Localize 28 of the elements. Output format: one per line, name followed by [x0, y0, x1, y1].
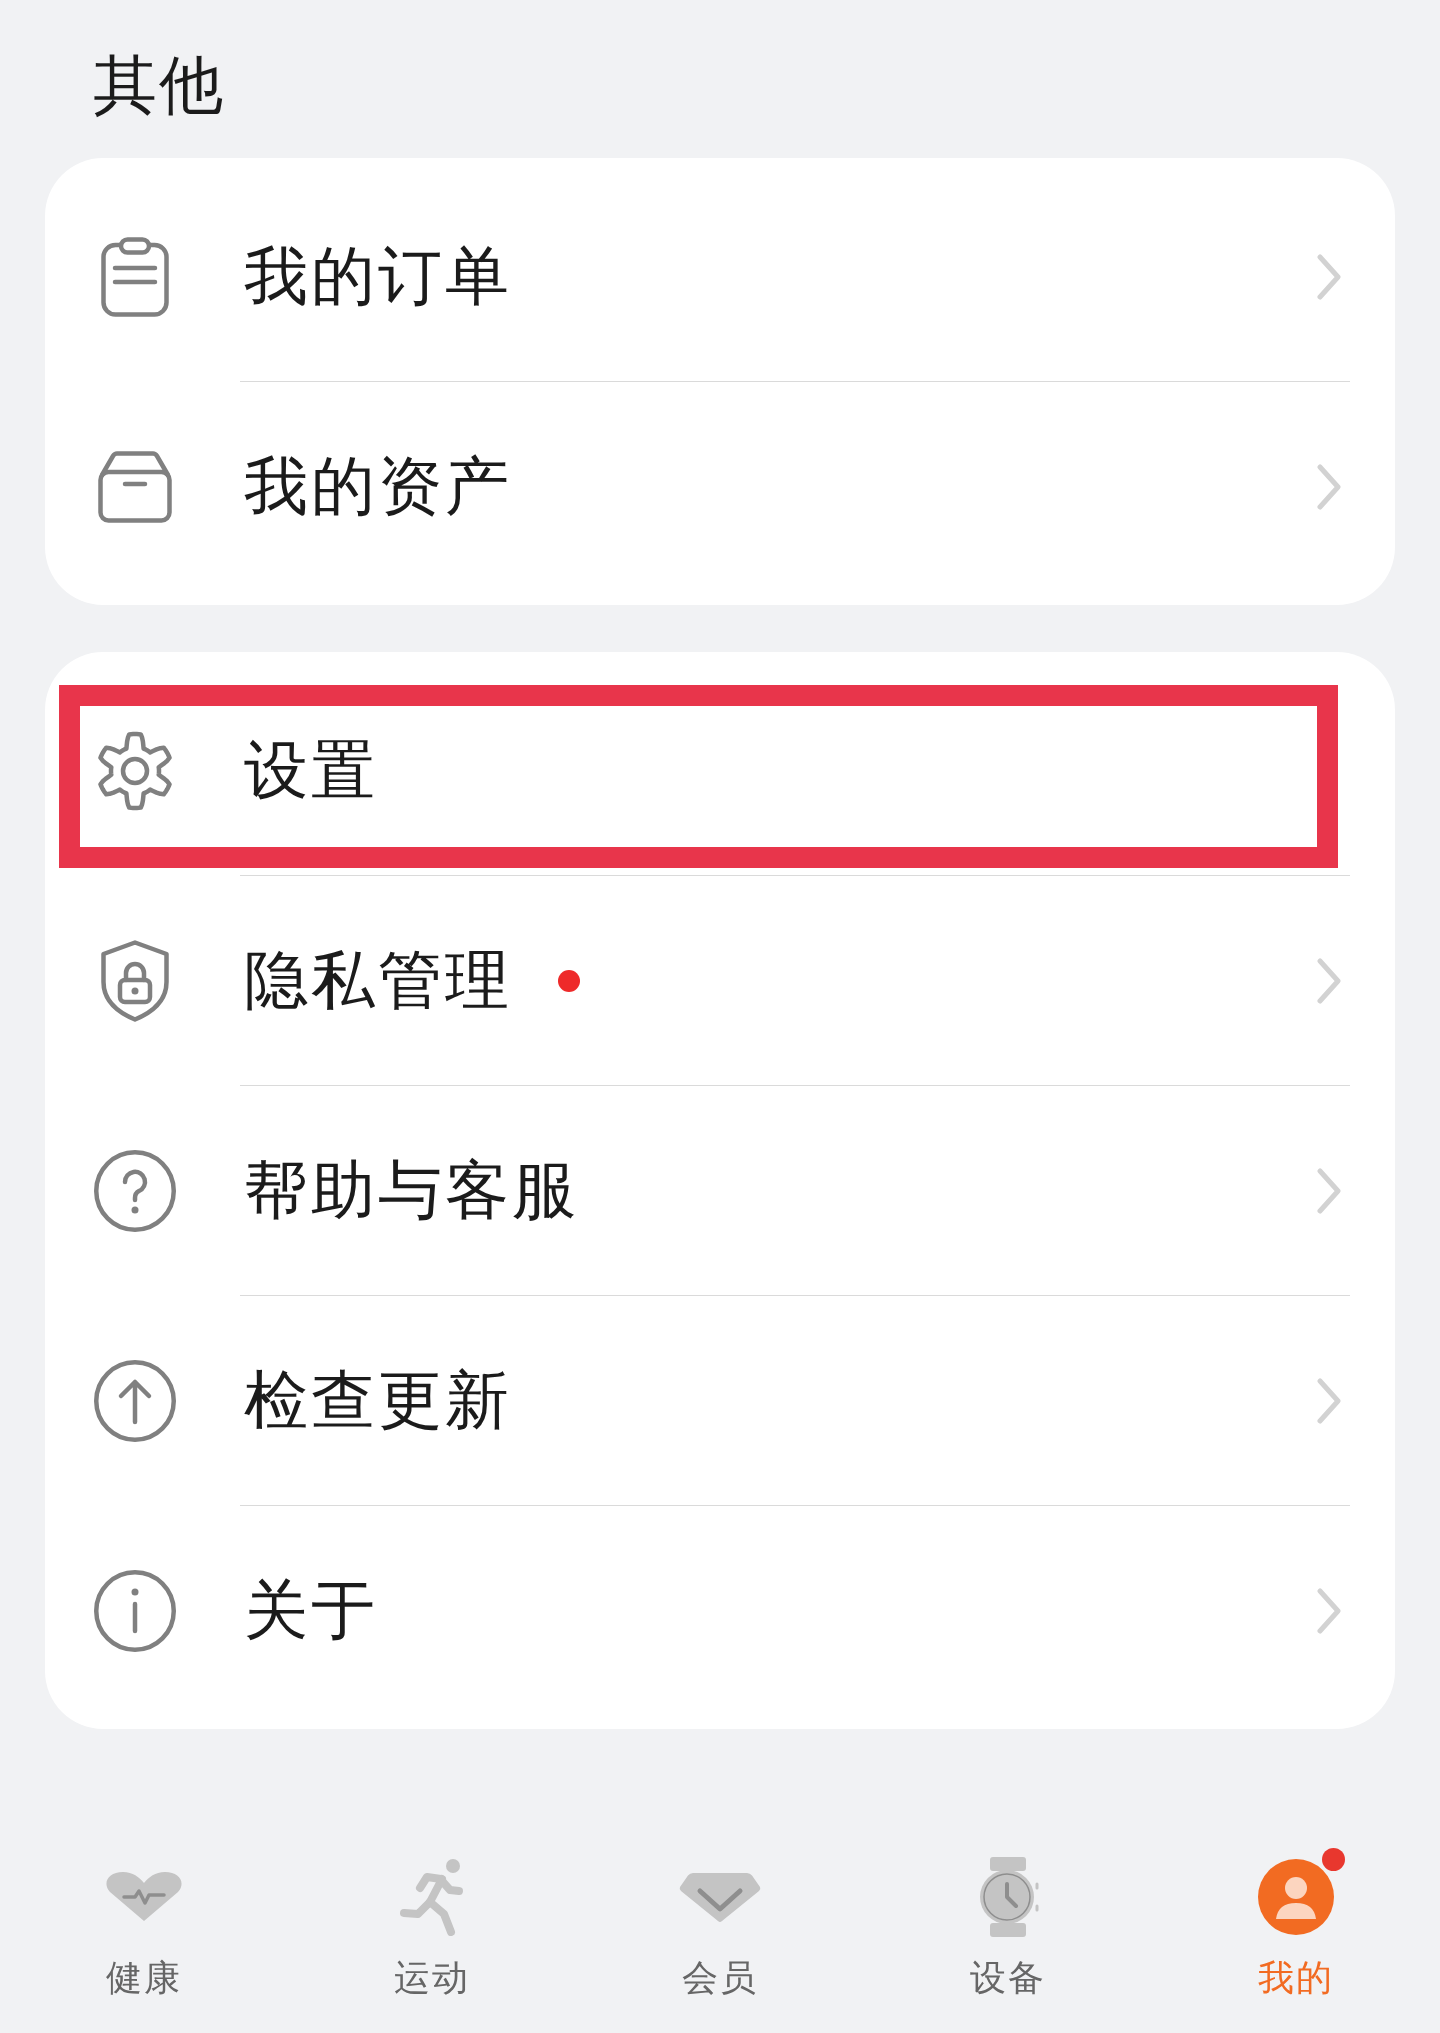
chevron-right-icon: [1317, 1377, 1341, 1424]
tab[interactable]: 运动: [288, 1830, 576, 1999]
chevron-right-icon: [1317, 463, 1341, 510]
menu-item[interactable]: 隐私管理: [45, 876, 1395, 1085]
box-icon: [98, 450, 172, 523]
diamond-icon: [678, 1871, 762, 1923]
heart-icon: [104, 1871, 184, 1923]
arrow-up-circle-icon: [94, 1359, 176, 1442]
runner-icon: [400, 1858, 464, 1936]
tab[interactable]: 设备: [864, 1830, 1152, 1999]
chevron-right-icon: [1317, 253, 1341, 300]
avatar-icon: [1258, 1859, 1334, 1935]
chevron-right-icon: [1317, 1167, 1341, 1214]
tab[interactable]: 健康: [0, 1830, 288, 1999]
chevron-right-icon: [1317, 1587, 1341, 1634]
menu-item[interactable]: 关于: [45, 1506, 1395, 1715]
menu-item[interactable]: 我的订单: [45, 172, 1395, 381]
chevron-right-icon: [1317, 957, 1341, 1004]
menu-item[interactable]: 检查更新: [45, 1296, 1395, 1505]
menu-item[interactable]: 帮助与客服: [45, 1086, 1395, 1295]
menu-item[interactable]: 我的资产: [45, 382, 1395, 591]
tab[interactable]: 会员: [576, 1830, 864, 1999]
help-icon: [94, 1149, 176, 1232]
shield-lock-icon: [101, 939, 169, 1022]
clipboard-icon: [101, 236, 169, 317]
menu-item[interactable]: 设置: [45, 666, 1395, 875]
section-title: 其他: [93, 52, 225, 118]
info-icon: [94, 1569, 176, 1652]
